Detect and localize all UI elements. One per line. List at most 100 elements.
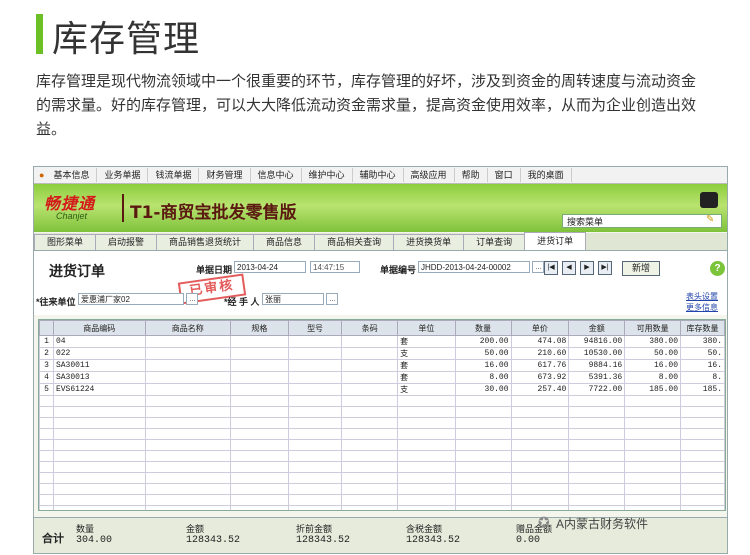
table-cell[interactable] [624,494,681,506]
menu-item[interactable]: 高级应用 [404,168,455,182]
table-cell[interactable] [230,483,289,495]
table-cell[interactable] [341,439,399,451]
table-cell[interactable] [144,505,232,510]
table-cell[interactable]: 8. [680,371,725,384]
table-cell[interactable] [39,494,54,506]
table-cell[interactable]: 16. [680,359,725,372]
table-cell[interactable]: 50.00 [624,347,681,360]
table-cell[interactable] [144,335,232,348]
column-header[interactable]: 单价 [510,320,570,336]
table-cell[interactable] [454,439,512,451]
table-cell[interactable] [52,406,146,418]
table-cell[interactable] [680,439,725,451]
table-cell[interactable] [39,483,54,495]
table-cell[interactable] [680,461,725,473]
table-cell[interactable] [144,406,232,418]
table-cell[interactable] [568,494,626,506]
table-cell[interactable] [230,461,289,473]
table-cell[interactable] [568,472,626,484]
empty-row[interactable] [39,417,725,429]
table-cell[interactable] [680,395,725,407]
table-cell[interactable] [510,450,570,462]
table-cell[interactable]: 套 [397,335,456,348]
table-cell[interactable]: 7722.00 [568,383,626,396]
table-cell[interactable] [39,505,54,510]
table-cell[interactable] [144,483,232,495]
table-cell[interactable]: 8.00 [454,371,512,384]
tab-item[interactable]: 商品销售退货统计 [156,234,255,250]
table-cell[interactable] [680,406,725,418]
table-cell[interactable] [144,371,232,384]
table-cell[interactable] [144,428,232,440]
more-info-link[interactable]: 更多信息 [686,302,718,313]
column-header[interactable]: 可用数量 [624,320,681,336]
empty-row[interactable] [39,472,725,484]
table-cell[interactable] [454,428,512,440]
menu-item[interactable]: 窗口 [488,168,521,182]
table-cell[interactable] [287,472,343,484]
column-header[interactable]: 库存数量 [680,320,725,336]
table-cell[interactable] [397,461,456,473]
empty-row[interactable] [39,483,725,495]
table-cell[interactable]: 50. [680,347,725,360]
table-cell[interactable] [230,505,289,510]
table-cell[interactable] [39,417,54,429]
table-cell[interactable] [624,472,681,484]
table-cell[interactable] [52,439,146,451]
table-row[interactable]: 4 SA30013 套 8.00 673.92 5391.36 8.00 8. [39,371,725,384]
tab-item[interactable]: 进货换货单 [393,234,465,250]
table-cell[interactable] [341,450,399,462]
table-cell[interactable]: 支 [397,383,456,396]
table-cell[interactable] [510,483,570,495]
table-cell[interactable] [568,450,626,462]
table-cell[interactable]: 474.08 [510,335,570,348]
tab-item[interactable]: 进货订单 [524,232,587,250]
table-cell[interactable] [341,395,399,407]
column-header[interactable]: 型号 [287,320,343,336]
supplier-field[interactable]: 爱惠浦厂家02 [78,293,184,305]
table-cell[interactable] [454,450,512,462]
table-row[interactable]: 2 022 支 50.00 210.60 10530.00 50.00 50. [39,347,725,360]
table-cell[interactable] [287,450,343,462]
table-cell[interactable]: SA30011 [52,359,146,372]
table-cell[interactable] [230,383,289,396]
table-row[interactable]: 1 04 套 200.00 474.08 94816.00 380.00 380. [39,335,725,348]
table-cell[interactable]: 10530.00 [568,347,626,360]
menu-item[interactable]: 基本信息 [46,168,98,182]
column-header[interactable]: 数量 [454,320,512,336]
table-cell[interactable] [52,483,146,495]
table-cell[interactable] [568,406,626,418]
table-cell[interactable] [510,428,570,440]
table-cell[interactable]: 支 [397,347,456,360]
table-cell[interactable]: 套 [397,359,456,372]
table-cell[interactable]: 380.00 [624,335,681,348]
table-cell[interactable] [397,505,456,510]
table-cell[interactable] [397,483,456,495]
table-cell[interactable] [39,439,54,451]
tab-item[interactable]: 启动报警 [95,234,158,250]
date-field[interactable]: 2013-04-24 [234,261,306,273]
table-cell[interactable] [341,505,399,510]
table-cell[interactable] [568,395,626,407]
table-cell[interactable] [624,461,681,473]
table-cell[interactable]: 套 [397,371,456,384]
menu-item[interactable]: 业务单据 [97,168,149,182]
number-field[interactable]: JHDD-2013-04-24-00002 [418,261,530,273]
table-cell[interactable]: 380. [680,335,725,348]
empty-row[interactable] [39,395,725,407]
table-cell[interactable] [341,347,399,360]
tab-item[interactable]: 商品信息 [253,234,316,250]
table-cell[interactable] [454,461,512,473]
table-cell[interactable] [287,383,343,396]
table-cell[interactable]: 185.00 [624,383,681,396]
table-cell[interactable] [680,450,725,462]
table-cell[interactable]: 9884.16 [568,359,626,372]
table-cell[interactable] [341,494,399,506]
table-cell[interactable] [341,359,399,372]
empty-row[interactable] [39,494,725,506]
table-cell[interactable] [52,461,146,473]
table-cell[interactable] [680,483,725,495]
table-cell[interactable] [287,505,343,510]
table-cell[interactable] [680,417,725,429]
table-cell[interactable] [624,417,681,429]
